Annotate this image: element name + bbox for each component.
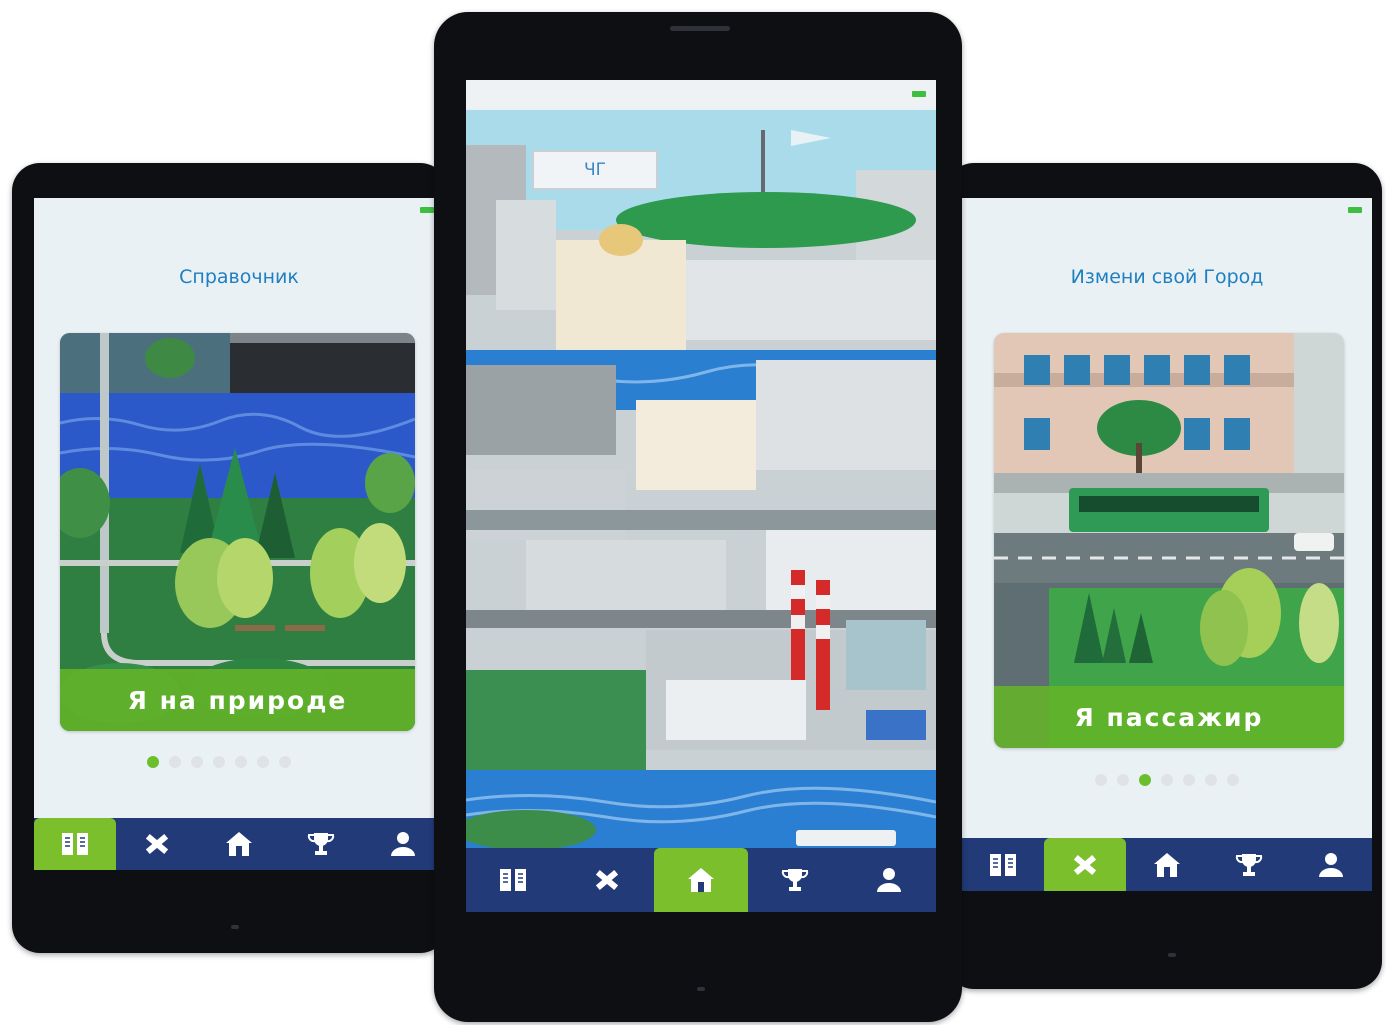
battery-icon: [1348, 207, 1362, 213]
status-bar: [34, 198, 444, 226]
page-dot[interactable]: [169, 756, 181, 768]
bottom-nav: [466, 848, 936, 912]
earpiece: [670, 26, 730, 31]
trophy-icon: [780, 866, 810, 894]
nav-item-home[interactable]: [1126, 838, 1208, 891]
page-dot[interactable]: [213, 756, 225, 768]
bottom-nav: [962, 838, 1372, 891]
left-phone-screen: Справочник Я на природе: [34, 198, 444, 870]
nav-item-reference-book[interactable]: [962, 838, 1044, 891]
nav-item-pencil-ruler[interactable]: [116, 818, 198, 870]
card-label: Я пассажир: [994, 686, 1344, 748]
nav-item-trophy[interactable]: [280, 818, 362, 870]
trophy-icon: [306, 830, 336, 858]
page-dot[interactable]: [1095, 774, 1107, 786]
profile-icon: [1316, 851, 1346, 879]
carousel-card[interactable]: Я пассажир: [994, 333, 1344, 748]
nav-item-reference-book[interactable]: [34, 818, 116, 870]
page-dot[interactable]: [1117, 774, 1129, 786]
page-indicator: [34, 756, 444, 768]
reference-book-icon: [988, 851, 1018, 879]
nav-item-home[interactable]: [654, 848, 748, 912]
trophy-icon: [1234, 851, 1264, 879]
nav-item-pencil-ruler[interactable]: [560, 848, 654, 912]
page-dot[interactable]: [279, 756, 291, 768]
page-dot[interactable]: [147, 756, 159, 768]
screen-title: Измени свой Город: [1070, 266, 1264, 288]
screen-title: Справочник: [179, 266, 299, 288]
page-dot[interactable]: [1183, 774, 1195, 786]
bottom-nav: [34, 818, 444, 870]
reference-book-icon: [498, 866, 528, 894]
pencil-ruler-icon: [1070, 851, 1100, 879]
nav-item-trophy[interactable]: [748, 848, 842, 912]
page-dot[interactable]: [191, 756, 203, 768]
pencil-ruler-icon: [142, 830, 172, 858]
home-icon: [686, 866, 716, 894]
city-map-illustration: [466, 110, 936, 862]
status-bar: [962, 198, 1372, 226]
profile-icon: [874, 866, 904, 894]
speaker-dot: [1168, 953, 1176, 957]
page-dot[interactable]: [1161, 774, 1173, 786]
page-dot[interactable]: [1227, 774, 1239, 786]
page-dot[interactable]: [235, 756, 247, 768]
nav-item-home[interactable]: [198, 818, 280, 870]
home-icon: [224, 830, 254, 858]
status-bar: [466, 80, 936, 108]
center-phone-screen: ЧГ: [466, 80, 936, 912]
right-phone-screen: Измени свой Город Я пассажир: [962, 198, 1372, 891]
card-label: Я на природе: [60, 669, 415, 731]
nav-item-trophy[interactable]: [1208, 838, 1290, 891]
nav-item-pencil-ruler[interactable]: [1044, 838, 1126, 891]
reference-book-icon: [60, 830, 90, 858]
page-indicator: [962, 774, 1372, 786]
pencil-ruler-icon: [592, 866, 622, 894]
nav-item-profile[interactable]: [362, 818, 444, 870]
speaker-dot: [231, 925, 239, 929]
carousel-card[interactable]: Я на природе: [60, 333, 415, 731]
left-phone: Справочник Я на природе: [12, 163, 448, 953]
nav-item-profile[interactable]: [1290, 838, 1372, 891]
home-icon: [1152, 851, 1182, 879]
speaker-dot: [697, 987, 705, 991]
battery-icon: [912, 91, 926, 97]
profile-icon: [388, 830, 418, 858]
nav-item-reference-book[interactable]: [466, 848, 560, 912]
right-phone: Измени свой Город Я пассажир: [946, 163, 1382, 989]
page-dot[interactable]: [1205, 774, 1217, 786]
page-dot[interactable]: [1139, 774, 1151, 786]
nav-item-profile[interactable]: [842, 848, 936, 912]
page-dot[interactable]: [257, 756, 269, 768]
city-sign: ЧГ: [532, 150, 658, 190]
center-phone: ЧГ: [434, 12, 962, 1022]
battery-icon: [420, 207, 434, 213]
